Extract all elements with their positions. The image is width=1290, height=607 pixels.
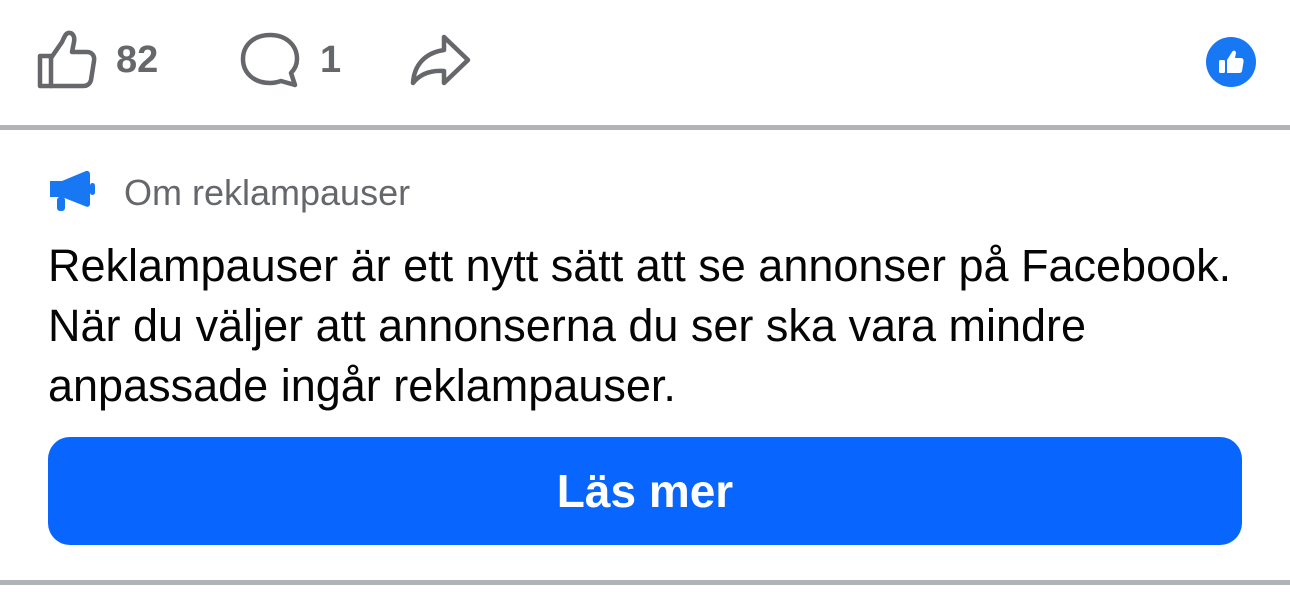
divider	[0, 125, 1290, 130]
comment-count: 1	[320, 39, 342, 81]
thumbs-up-outline-icon	[34, 28, 98, 92]
share-button[interactable]	[408, 28, 472, 92]
like-button[interactable]: 82	[34, 28, 158, 92]
like-count: 82	[116, 39, 159, 81]
ad-break-label: Om reklampauser	[124, 172, 411, 213]
like-reaction-icon[interactable]	[1206, 37, 1256, 87]
read-more-button[interactable]: Läs mer	[48, 437, 1242, 545]
post-action-bar: 82 1	[0, 0, 1290, 125]
ad-break-header: Om reklampauser	[48, 168, 410, 218]
megaphone-icon	[48, 169, 96, 218]
ad-break-description: Reklampauser är ett nytt sätt att se ann…	[48, 240, 1232, 411]
divider	[0, 580, 1290, 585]
share-arrow-icon	[408, 28, 472, 92]
comment-bubble-icon	[238, 28, 302, 92]
comment-button[interactable]: 1	[238, 28, 341, 92]
